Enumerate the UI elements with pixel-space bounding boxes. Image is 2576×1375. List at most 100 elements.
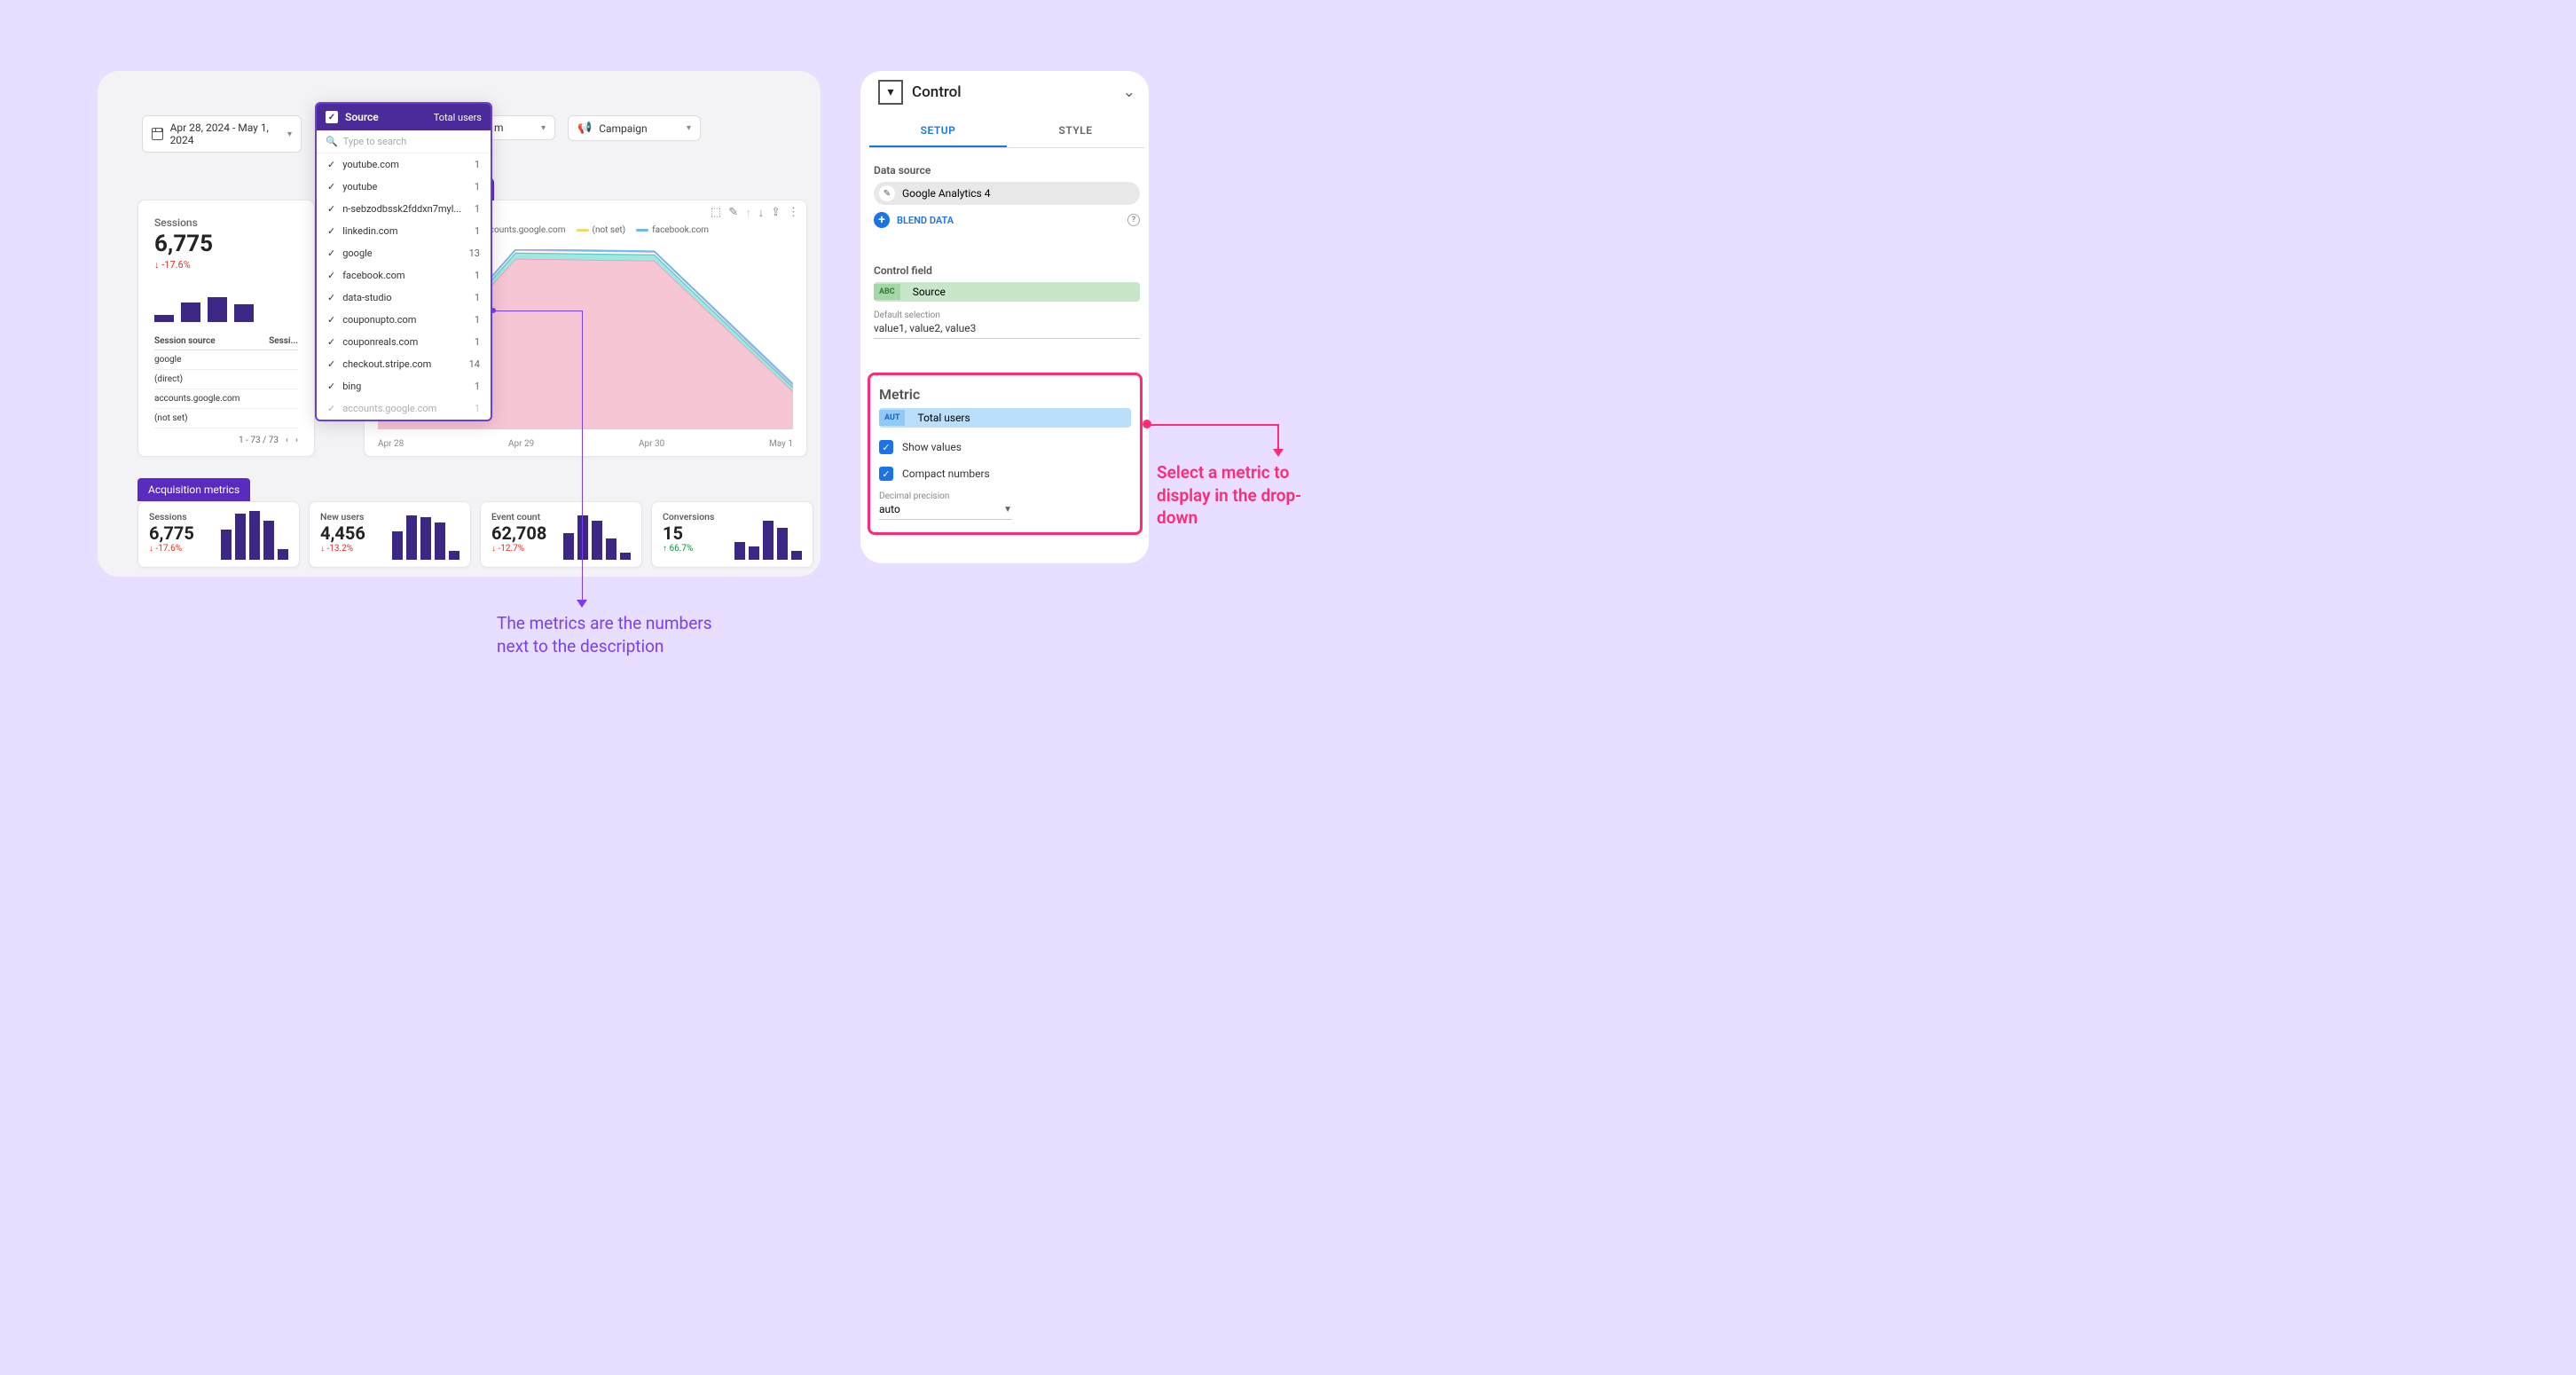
metric-card[interactable]: Event count62,708↓ -12.7%: [480, 501, 642, 568]
tab-style[interactable]: STYLE: [1007, 115, 1144, 147]
x-tick: May 1: [769, 439, 793, 449]
control-field-name: Source: [906, 282, 1140, 302]
edit-icon[interactable]: ✎: [728, 206, 738, 220]
data-source-label: Data source: [874, 164, 1140, 177]
type-badge-abc: ABC: [874, 284, 900, 300]
table-row[interactable]: (not set): [154, 409, 262, 428]
dropdown-option[interactable]: ✓facebook.com1: [317, 264, 491, 287]
dropdown-option[interactable]: ✓youtube.com1: [317, 153, 491, 176]
precision-select[interactable]: auto ▼: [879, 501, 1012, 520]
acquisition-tag: Acquisition metrics: [137, 478, 250, 501]
table-row[interactable]: (direct): [154, 370, 262, 389]
dropdown-option[interactable]: ✓linkedin.com1: [317, 220, 491, 242]
campaign-label: Campaign: [599, 122, 647, 135]
search-icon: 🔍: [326, 136, 338, 147]
arrow-up-icon[interactable]: ↑: [745, 206, 751, 220]
annotation-metrics: The metrics are the numbers next to the …: [497, 612, 727, 657]
calendar-icon: [152, 128, 163, 140]
export-icon[interactable]: ⇪: [771, 206, 781, 220]
checkmark-icon: ✓: [327, 225, 335, 237]
select-icon[interactable]: ⬚: [711, 206, 721, 220]
more-icon[interactable]: ⋮: [788, 206, 799, 220]
metric-section-highlighted: Metric AUT Total users ✓ Show values ✓ C…: [868, 373, 1143, 535]
checkbox-all-icon[interactable]: ✓: [326, 111, 338, 123]
checkbox-checked-icon[interactable]: ✓: [879, 440, 893, 454]
table-row[interactable]: accounts.google.com: [154, 389, 262, 409]
control-field-chip[interactable]: ABC Source: [874, 282, 1140, 302]
plus-icon: +: [874, 212, 890, 228]
table-row[interactable]: google: [154, 350, 262, 370]
dropdown-option[interactable]: ✓youtube1: [317, 176, 491, 198]
control-icon: ▾: [878, 80, 903, 105]
data-source-section: Data source ✎ Google Analytics 4 + BLEND…: [874, 164, 1140, 228]
pager-text: 1 - 73 / 73: [239, 436, 279, 445]
chevron-down-icon[interactable]: ⌄: [1123, 83, 1135, 101]
control-header[interactable]: ▾ Control ⌄: [878, 80, 1135, 105]
megaphone-icon: 📢: [577, 122, 592, 135]
checkbox-checked-icon[interactable]: ✓: [879, 467, 893, 481]
metric-chip[interactable]: AUT Total users: [879, 408, 1131, 428]
medium-label: m: [494, 122, 504, 134]
precision-value: auto: [879, 503, 900, 515]
precision-label: Decimal precision: [879, 491, 1131, 501]
search-placeholder: Type to search: [343, 136, 407, 147]
dropdown-option[interactable]: ✓checkout.stripe.com14: [317, 353, 491, 375]
source-dropdown[interactable]: ✓ Source Total users 🔍 Type to search ✓y…: [315, 102, 492, 421]
dropdown-option[interactable]: ✓accounts.google.com1: [317, 397, 491, 420]
checkmark-icon: ✓: [327, 358, 335, 370]
metric-card[interactable]: Sessions6,775↓ -17.6%: [137, 501, 300, 568]
compact-numbers-row[interactable]: ✓ Compact numbers: [879, 467, 1131, 481]
compact-numbers-label: Compact numbers: [902, 468, 990, 480]
type-badge-aut: AUT: [879, 410, 905, 426]
checkmark-icon: ✓: [327, 314, 335, 326]
dropdown-option[interactable]: ✓google13: [317, 242, 491, 264]
show-values-row[interactable]: ✓ Show values: [879, 440, 1131, 454]
date-range-picker[interactable]: Apr 28, 2024 - May 1, 2024 ▾: [142, 115, 302, 153]
control-field-section: Control field ABC Source Default selecti…: [874, 264, 1140, 339]
dropdown-option[interactable]: ✓couponreals.com1: [317, 331, 491, 353]
sessions-delta: ↓ -17.6%: [154, 259, 298, 271]
pager-next-icon[interactable]: ›: [295, 436, 298, 445]
checkmark-icon: ✓: [327, 248, 335, 259]
sessions-value: 6,775: [154, 231, 298, 257]
chart-x-axis: Apr 28Apr 29Apr 30May 1: [378, 439, 793, 449]
sessions-title: Sessions: [154, 216, 298, 229]
dropdown-option[interactable]: ✓n-sebzodbssk2fddxn7myl...1: [317, 198, 491, 220]
checkmark-icon: ✓: [327, 381, 335, 392]
pencil-icon[interactable]: ✎: [879, 185, 895, 201]
chart-toolbar: ⬚ ✎ ↑ ↓ ⇪ ⋮: [711, 206, 799, 220]
sessions-card: Sessions 6,775 ↓ -17.6% Session sourceSe…: [137, 200, 315, 457]
dropdown-option[interactable]: ✓couponupto.com1: [317, 309, 491, 331]
default-selection-input[interactable]: value1, value2, value3: [874, 320, 1140, 339]
annotation-select-metric: Select a metric to display in the drop-d…: [1157, 461, 1334, 530]
control-field-label: Control field: [874, 264, 1140, 277]
metric-card[interactable]: New users4,456↓ -13.2%: [309, 501, 471, 568]
legend-item[interactable]: facebook.com: [636, 225, 709, 235]
medium-filter[interactable]: m ▾: [484, 115, 555, 140]
dropdown-title: Source: [345, 111, 379, 123]
control-title: Control: [912, 83, 962, 101]
date-range-text: Apr 28, 2024 - May 1, 2024: [170, 122, 280, 146]
dropdown-search[interactable]: 🔍 Type to search: [317, 130, 491, 153]
pager-prev-icon[interactable]: ‹: [286, 436, 288, 445]
blend-data-button[interactable]: + BLEND DATA ?: [874, 212, 1140, 228]
campaign-filter[interactable]: 📢 Campaign ▾: [568, 115, 701, 141]
checkmark-icon: ✓: [327, 270, 335, 281]
dropdown-option[interactable]: ✓bing1: [317, 375, 491, 397]
help-icon[interactable]: ?: [1127, 214, 1140, 226]
blend-label: BLEND DATA: [897, 215, 954, 226]
panel-tabs: SETUP STYLE: [869, 115, 1144, 148]
col-sessions: Sessi...: [262, 333, 298, 350]
metric-label: Metric: [879, 386, 1131, 403]
tab-setup[interactable]: SETUP: [869, 115, 1007, 147]
arrow-down-icon[interactable]: ↓: [758, 206, 765, 220]
data-source-chip[interactable]: ✎ Google Analytics 4: [874, 182, 1140, 205]
pager[interactable]: 1 - 73 / 73 ‹ ›: [154, 436, 298, 445]
checkmark-icon: ✓: [327, 181, 335, 192]
chevron-down-icon: ▾: [687, 123, 691, 133]
sessions-sparkbars: [154, 287, 298, 322]
legend-item[interactable]: (not set): [577, 225, 626, 235]
dropdown-option[interactable]: ✓data-studio1: [317, 287, 491, 309]
metric-card[interactable]: Conversions15↑ 66.7%: [651, 501, 813, 568]
dropdown-options: ✓youtube.com1✓youtube1✓n-sebzodbssk2fddx…: [317, 153, 491, 420]
